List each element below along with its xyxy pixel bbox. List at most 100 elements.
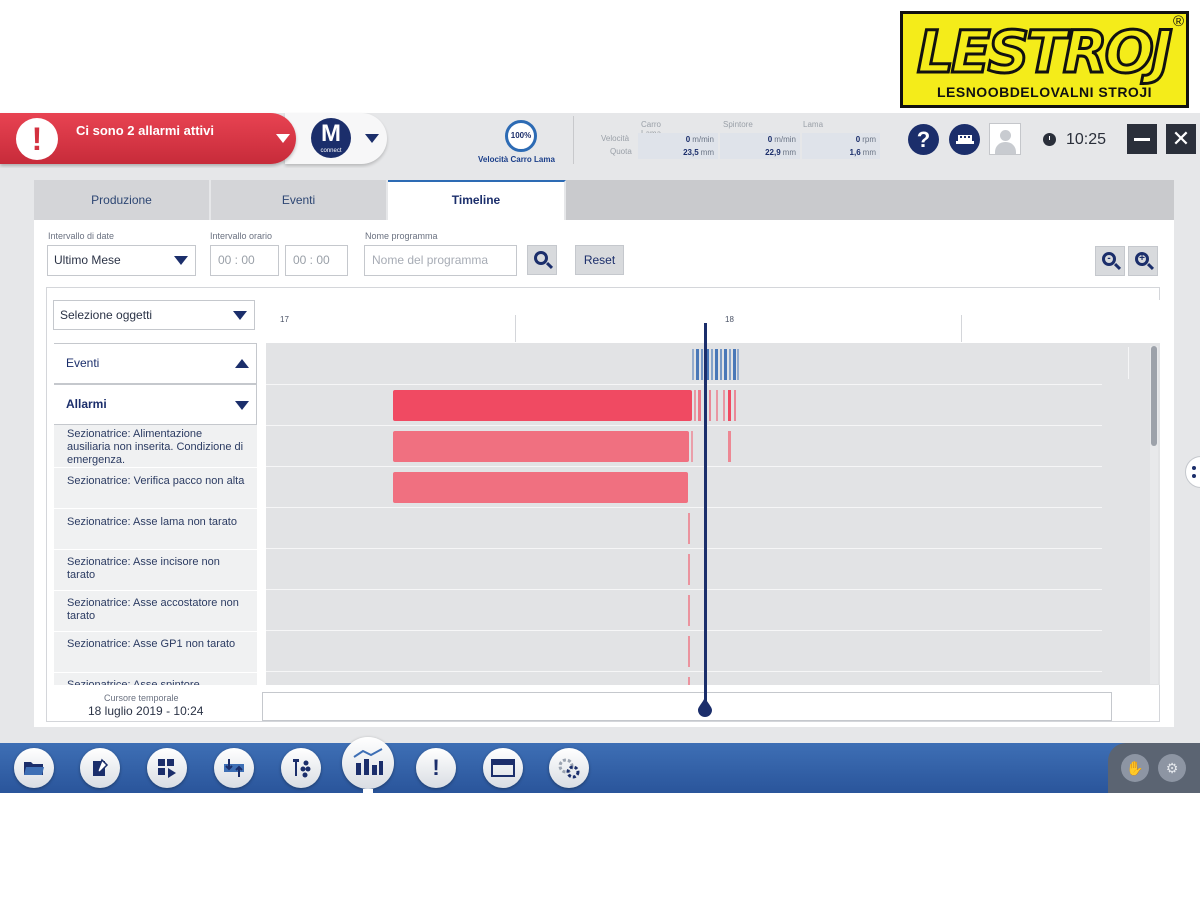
reset-button[interactable]: Reset <box>575 245 624 275</box>
list-item[interactable]: Sezionatrice: Alimentazione ausiliaria n… <box>54 427 257 468</box>
active-alarms-banner[interactable]: ! Ci sono 2 allarmi attivi <box>0 113 296 164</box>
minimize-button[interactable] <box>1127 124 1157 154</box>
alarm-banner-text: Ci sono 2 allarmi attivi <box>76 123 214 138</box>
avatar-body <box>995 142 1016 154</box>
logo-subtitle: LESNOOBDELOVALNI STROJI <box>936 84 1153 100</box>
manual-mode-button[interactable]: ✋ <box>1121 754 1149 782</box>
date-range-select[interactable]: Ultimo Mese <box>47 245 196 276</box>
chevron-up-icon[interactable] <box>235 359 249 368</box>
alarm-bar <box>393 390 692 421</box>
time-cursor-line[interactable] <box>704 323 707 709</box>
mconnect-sub: connect <box>320 148 342 154</box>
statistics-icon <box>353 748 383 775</box>
velocity-spintore: 0 m/min <box>720 133 800 146</box>
velocity-carro-lama: 0 m/min <box>638 133 718 146</box>
timeline-chart <box>266 343 1160 685</box>
time-cursor-slider[interactable] <box>262 692 1112 721</box>
tab-eventi[interactable]: Eventi <box>211 180 388 220</box>
object-selection-select[interactable]: Selezione oggetti <box>53 300 255 330</box>
group-eventi[interactable]: Eventi <box>54 343 257 384</box>
tick-line <box>961 315 962 342</box>
user-avatar[interactable] <box>989 123 1021 155</box>
time-cursor-value: 18 luglio 2019 - 10:24 <box>88 704 204 718</box>
group-allarmi[interactable]: Allarmi <box>54 384 257 425</box>
search-icon-handle <box>545 261 554 270</box>
company-logo: LESTROJ ® LESNOOBDELOVALNI STROJI <box>900 11 1189 108</box>
tab-bar: Produzione Eventi Timeline <box>34 180 1174 220</box>
chevron-down-icon[interactable] <box>365 134 379 143</box>
folder-button[interactable] <box>14 748 54 788</box>
event-marks <box>692 349 739 380</box>
quota-spintore: 22,9 mm <box>720 146 800 159</box>
time-cursor-handle-icon[interactable] <box>697 695 713 717</box>
quota-lama: 1,6 mm <box>802 146 880 159</box>
velocity-lama: 0 rpm <box>802 133 880 146</box>
list-item[interactable]: Sezionatrice: Asse accostatore non tarat… <box>54 591 257 632</box>
group-eventi-label: Eventi <box>66 356 100 370</box>
close-button[interactable]: ✕ <box>1166 124 1196 154</box>
tick-line <box>515 315 516 342</box>
program-button[interactable] <box>147 748 187 788</box>
list-item[interactable]: Sezionatrice: Asse spintore <box>54 673 257 685</box>
edit-icon <box>93 758 109 776</box>
dot <box>1192 474 1196 478</box>
mconnect-button[interactable]: M connect <box>285 113 387 164</box>
avatar-head <box>1000 130 1011 141</box>
window-button[interactable] <box>483 748 523 788</box>
alarm-bar <box>393 431 689 462</box>
chevron-down-icon <box>233 311 247 320</box>
statistics-button[interactable] <box>342 737 394 789</box>
active-indicator <box>363 789 373 793</box>
dot <box>1192 466 1196 470</box>
tick-label: 17 <box>280 315 289 324</box>
settings-icon <box>558 758 580 779</box>
time-to-input[interactable]: 00 : 00 <box>285 245 348 276</box>
settings-button[interactable] <box>549 748 589 788</box>
chevron-down-icon[interactable] <box>235 401 249 410</box>
tools-icon <box>293 759 311 778</box>
scrollbar-thumb[interactable] <box>1151 346 1157 446</box>
machine-button[interactable] <box>949 124 980 155</box>
list-item[interactable]: Sezionatrice: Asse GP1 non tarato <box>54 632 257 673</box>
zoom-out-handle <box>1113 262 1122 271</box>
alarm-button[interactable]: ! <box>416 748 456 788</box>
list-item[interactable]: Sezionatrice: Verifica pacco non alta <box>54 468 257 509</box>
alarm-bar <box>393 472 688 503</box>
tab-timeline[interactable]: Timeline <box>388 180 566 220</box>
row-label-quota: Quota <box>610 147 632 156</box>
transfer-icon <box>224 759 244 777</box>
folder-icon <box>24 762 44 775</box>
alarm-mark <box>728 431 731 462</box>
tab-produzione[interactable]: Produzione <box>34 180 211 220</box>
list-item[interactable]: Sezionatrice: Asse lama non tarato <box>54 509 257 550</box>
object-selection-value: Selezione oggetti <box>60 308 153 322</box>
program-icon <box>158 759 176 778</box>
machine-settings-button[interactable]: ⚙ <box>1158 754 1186 782</box>
logo-wordmark: LESTROJ <box>915 17 1173 88</box>
search-button[interactable] <box>527 245 557 275</box>
list-item[interactable]: Sezionatrice: Asse incisore non tarato <box>54 550 257 591</box>
alarm-mark <box>688 513 690 544</box>
tools-button[interactable] <box>281 748 321 788</box>
time-ruler: 17 18 <box>266 300 1160 343</box>
timeline-rows-list: Eventi Allarmi Sezionatrice: Alimentazio… <box>54 343 257 685</box>
speed-gauge-label: Velocità Carro Lama <box>478 155 555 164</box>
edit-button[interactable] <box>80 748 120 788</box>
quota-carro-lama: 23,5 mm <box>638 146 718 159</box>
gear-icon: ⚙ <box>1165 760 1179 776</box>
mconnect-letter: M <box>321 120 341 147</box>
zoom-in-button[interactable]: + <box>1128 246 1158 276</box>
program-name-input[interactable]: Nome del programma <box>364 245 517 276</box>
timeline-scrollbar[interactable] <box>1150 346 1158 684</box>
transfer-button[interactable] <box>214 748 254 788</box>
chevron-down-icon[interactable] <box>276 134 290 143</box>
time-from-input[interactable]: 00 : 00 <box>210 245 279 276</box>
window-icon <box>491 759 515 777</box>
zoom-out-button[interactable]: - <box>1095 246 1125 276</box>
current-time: 10:25 <box>1066 131 1107 148</box>
divider <box>573 116 574 164</box>
machine-icon <box>955 135 974 144</box>
help-button[interactable]: ? <box>908 124 939 155</box>
logo-registered-mark: ® <box>1172 13 1184 30</box>
alarm-mark <box>688 595 690 626</box>
